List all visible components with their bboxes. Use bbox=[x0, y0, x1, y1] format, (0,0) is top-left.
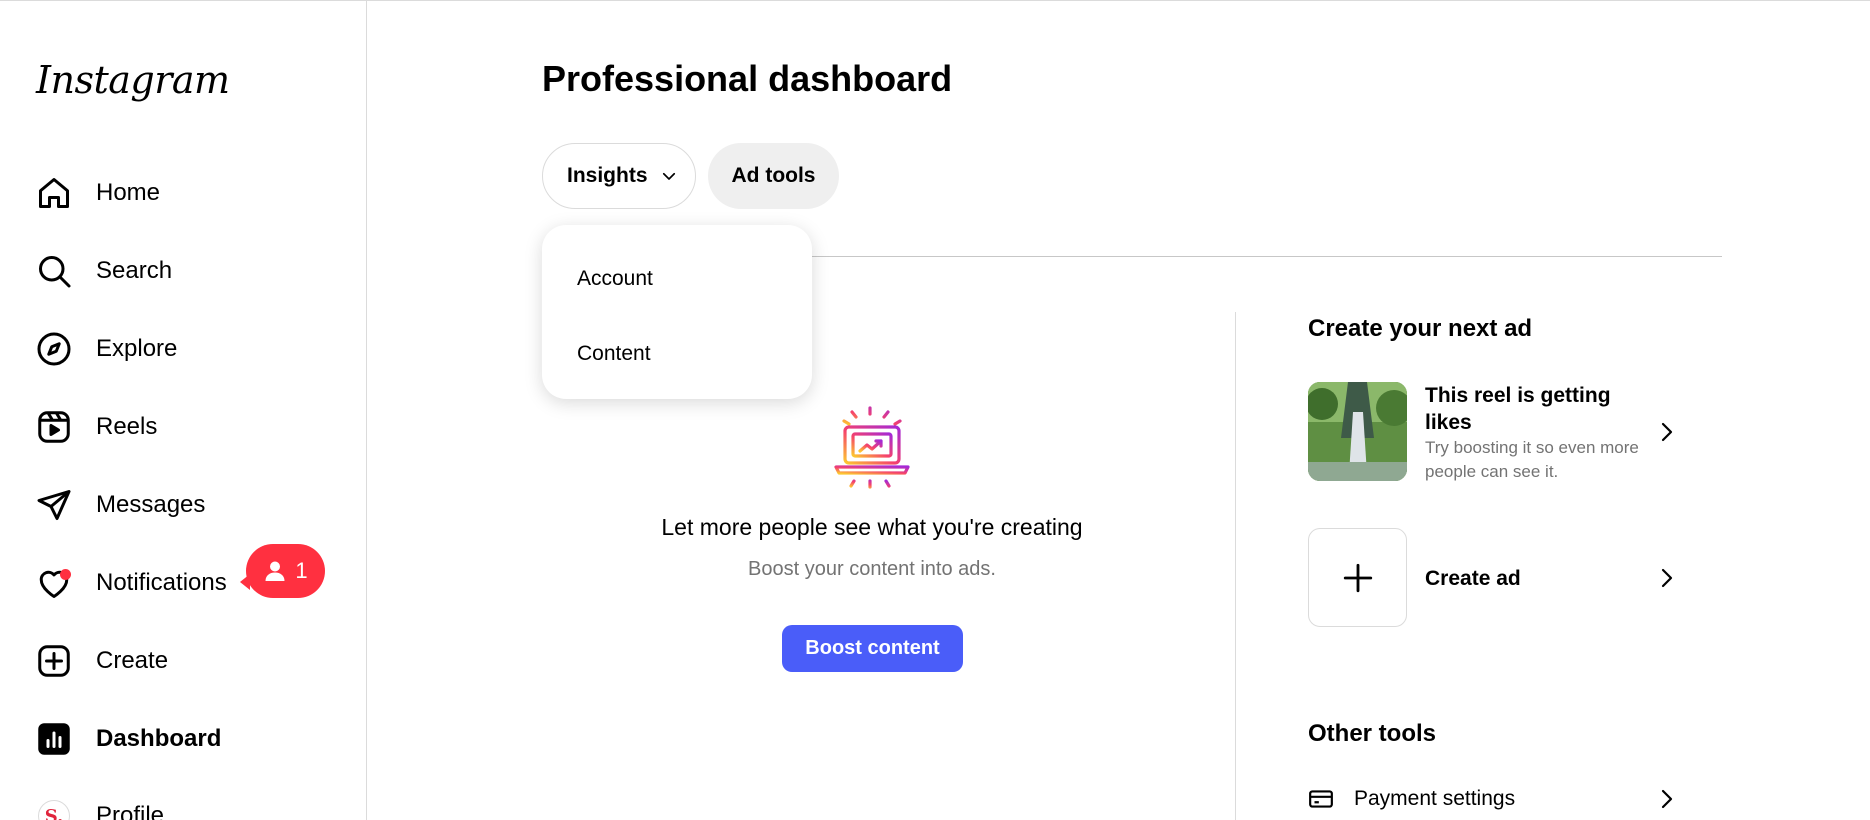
sidebar: Instagram Home Search Explore Reels Mess… bbox=[0, 0, 367, 820]
create-next-ad-title: Create your next ad bbox=[1308, 315, 1533, 342]
tab-insights-label: Insights bbox=[567, 164, 648, 187]
sidebar-item-search[interactable]: Search bbox=[34, 245, 334, 297]
sidebar-item-label: Search bbox=[96, 257, 173, 284]
compass-icon bbox=[34, 329, 74, 369]
tab-divider bbox=[812, 256, 1722, 257]
sidebar-item-create[interactable]: Create bbox=[34, 635, 334, 687]
sidebar-item-messages[interactable]: Messages bbox=[34, 479, 334, 531]
dropdown-item-content[interactable]: Content bbox=[577, 342, 651, 366]
home-icon bbox=[34, 173, 74, 213]
page-title: Professional dashboard bbox=[542, 58, 953, 99]
boost-laptop-icon bbox=[834, 406, 910, 489]
column-divider bbox=[1235, 312, 1236, 820]
create-ad-row[interactable]: Create ad bbox=[1308, 528, 1688, 628]
insights-dropdown-menu: Account Content bbox=[542, 225, 812, 399]
sidebar-item-profile[interactable]: S. Profile bbox=[34, 790, 334, 820]
notification-badge[interactable]: 1 bbox=[240, 544, 325, 598]
reel-card-subtitle: Try boosting it so even more people can … bbox=[1425, 438, 1639, 481]
sidebar-item-label: Dashboard bbox=[96, 725, 222, 752]
notification-count: 1 bbox=[295, 558, 308, 583]
chevron-right-icon bbox=[1661, 568, 1673, 588]
dropdown-item-account[interactable]: Account bbox=[577, 267, 653, 291]
create-ad-plus-box bbox=[1308, 528, 1407, 627]
sidebar-item-label: Profile bbox=[96, 802, 165, 820]
create-ad-label: Create ad bbox=[1425, 567, 1521, 590]
sidebar-item-label: Home bbox=[96, 179, 161, 206]
reel-boost-card[interactable]: This reel is getting likes Try boosting … bbox=[1308, 382, 1688, 482]
avatar: S. bbox=[34, 796, 74, 820]
chevron-down-icon bbox=[662, 172, 675, 180]
sidebar-item-label: Messages bbox=[96, 491, 206, 518]
other-tools-title: Other tools bbox=[1308, 720, 1437, 747]
dashboard-icon bbox=[34, 719, 74, 759]
sidebar-item-home[interactable]: Home bbox=[34, 167, 334, 219]
card-icon bbox=[1309, 790, 1333, 808]
heart-icon bbox=[34, 563, 74, 603]
sidebar-item-dashboard[interactable]: Dashboard bbox=[34, 713, 334, 765]
sidebar-item-explore[interactable]: Explore bbox=[34, 323, 334, 375]
sidebar-item-label: Create bbox=[96, 647, 169, 674]
tab-ad-tools[interactable]: Ad tools bbox=[708, 143, 839, 209]
chevron-right-icon bbox=[1661, 422, 1673, 442]
sidebar-item-label: Explore bbox=[96, 335, 178, 362]
chevron-right-icon bbox=[1661, 789, 1673, 809]
reel-card-title: This reel is getting likes bbox=[1425, 384, 1611, 434]
payment-settings-row[interactable]: Payment settings bbox=[1308, 782, 1688, 816]
tab-ad-tools-label: Ad tools bbox=[731, 164, 816, 187]
empty-state-title: Let more people see what you're creating bbox=[661, 514, 1083, 540]
reels-icon bbox=[34, 407, 74, 447]
profile-avatar-letter: S. bbox=[38, 800, 70, 820]
notification-dot bbox=[60, 569, 71, 580]
search-icon bbox=[34, 251, 74, 291]
boost-content-button[interactable]: Boost content bbox=[782, 625, 963, 672]
send-icon bbox=[34, 485, 74, 525]
instagram-logo[interactable]: Instagram bbox=[36, 58, 230, 102]
tab-insights[interactable]: Insights bbox=[542, 143, 696, 209]
payment-settings-label: Payment settings bbox=[1354, 787, 1516, 810]
plus-square-icon bbox=[34, 641, 74, 681]
sidebar-item-label: Reels bbox=[96, 413, 158, 440]
empty-state-subtitle: Boost your content into ads. bbox=[748, 558, 996, 580]
user-icon bbox=[265, 561, 285, 581]
sidebar-item-reels[interactable]: Reels bbox=[34, 401, 334, 453]
reel-thumbnail bbox=[1308, 382, 1407, 481]
sidebar-item-label: Notifications bbox=[96, 569, 227, 596]
plus-icon bbox=[1343, 563, 1372, 592]
